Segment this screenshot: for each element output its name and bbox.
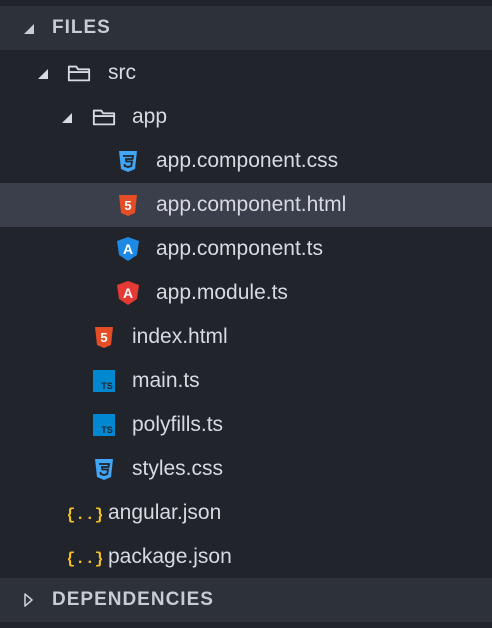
html-file-icon: 5	[92, 325, 116, 349]
angular-module-icon: A	[116, 281, 140, 305]
svg-text:{..}: {..}	[68, 550, 102, 568]
svg-text:5: 5	[124, 198, 131, 213]
svg-text:5: 5	[100, 330, 107, 345]
dependencies-section-label: DEPENDENCIES	[52, 589, 214, 610]
tree-file-angular-json[interactable]: {..} angular.json	[0, 491, 492, 535]
angular-component-icon: A	[116, 237, 140, 261]
tree-folder-src[interactable]: src	[0, 51, 492, 95]
tree-file-index-html[interactable]: 5 index.html	[0, 315, 492, 359]
tree-item-label: app.component.html	[156, 193, 347, 216]
svg-text:TS: TS	[101, 425, 113, 435]
tree-item-label: main.ts	[132, 369, 200, 392]
files-section-header[interactable]: FILES	[0, 6, 492, 50]
tree-item-label: styles.css	[132, 457, 224, 480]
tree-file-main-ts[interactable]: TS main.ts	[0, 359, 492, 403]
typescript-file-icon: TS	[92, 369, 116, 393]
svg-text:{..}: {..}	[68, 506, 102, 524]
css-file-icon	[116, 149, 140, 173]
tree-file-polyfills-ts[interactable]: TS polyfills.ts	[0, 403, 492, 447]
caret-down-icon[interactable]	[58, 109, 74, 125]
tree-item-label: app.module.ts	[156, 281, 288, 304]
tree-file-app-module-ts[interactable]: A app.module.ts	[0, 271, 492, 315]
json-file-icon: {..}	[68, 501, 102, 525]
json-file-icon: {..}	[68, 545, 102, 569]
svg-text:A: A	[123, 241, 133, 257]
tree-item-label: app	[132, 105, 168, 128]
files-section-label: FILES	[52, 17, 111, 38]
dependencies-section-header[interactable]: DEPENDENCIES	[0, 578, 492, 622]
tree-item-label: angular.json	[108, 501, 222, 524]
tree-file-app-component-html[interactable]: 5 app.component.html	[0, 183, 492, 227]
tree-item-label: app.component.ts	[156, 237, 323, 260]
svg-text:A: A	[123, 285, 133, 301]
tree-file-app-component-css[interactable]: app.component.css	[0, 139, 492, 183]
folder-open-icon	[92, 105, 116, 129]
svg-text:TS: TS	[101, 381, 113, 391]
tree-item-label: app.component.css	[156, 149, 339, 172]
html-file-icon: 5	[116, 193, 140, 217]
tree-item-label: src	[108, 61, 136, 84]
css-file-icon	[92, 457, 116, 481]
file-explorer: FILES src app app.component.css 5 app.co…	[0, 0, 492, 628]
tree-folder-app[interactable]: app	[0, 95, 492, 139]
caret-right-icon[interactable]	[20, 592, 36, 608]
tree-item-label: index.html	[132, 325, 228, 348]
tree-file-package-json[interactable]: {..} package.json	[0, 535, 492, 579]
caret-down-icon[interactable]	[20, 20, 36, 36]
tree-item-label: polyfills.ts	[132, 413, 224, 436]
tree-file-styles-css[interactable]: styles.css	[0, 447, 492, 491]
caret-down-icon[interactable]	[34, 65, 50, 81]
folder-open-icon	[67, 61, 91, 85]
tree-file-app-component-ts[interactable]: A app.component.ts	[0, 227, 492, 271]
tree-item-label: package.json	[108, 545, 232, 568]
typescript-file-icon: TS	[92, 413, 116, 437]
